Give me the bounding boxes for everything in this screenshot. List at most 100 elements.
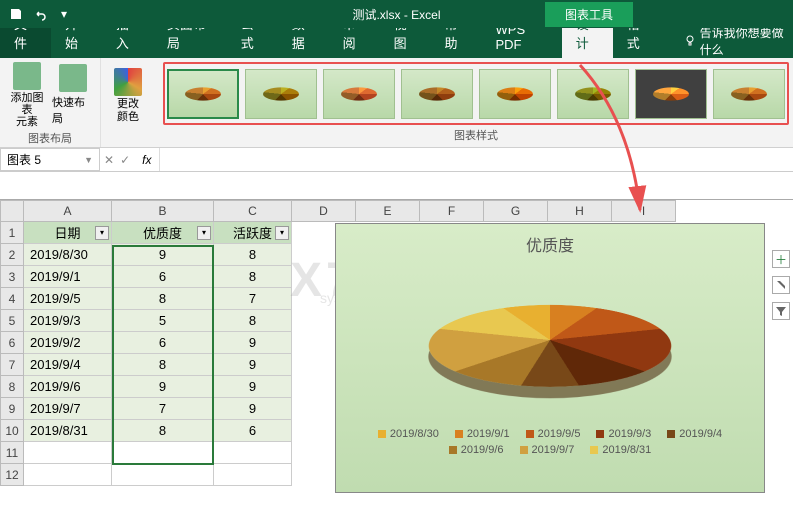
cell-date[interactable]: 2019/8/31 <box>24 420 112 442</box>
legend-item[interactable]: 2019/8/30 <box>378 428 439 440</box>
cell[interactable] <box>214 442 292 464</box>
chart-filters-button[interactable] <box>772 302 790 320</box>
cell-date[interactable]: 2019/9/5 <box>24 288 112 310</box>
cell-quality[interactable]: 7 <box>112 398 214 420</box>
col-header-h[interactable]: H <box>548 200 612 222</box>
cell[interactable] <box>24 442 112 464</box>
cell[interactable] <box>112 464 214 486</box>
chart-style-1[interactable] <box>167 69 239 119</box>
cell-quality[interactable]: 6 <box>112 266 214 288</box>
cell[interactable] <box>214 464 292 486</box>
formula-input[interactable] <box>159 148 793 171</box>
cell[interactable] <box>112 442 214 464</box>
cell-quality[interactable]: 8 <box>112 354 214 376</box>
chart-style-4[interactable] <box>401 69 473 119</box>
add-chart-element-button[interactable]: 添加图表 元素 <box>6 62 48 128</box>
cell-date[interactable]: 2019/9/4 <box>24 354 112 376</box>
cell-quality[interactable]: 9 <box>112 376 214 398</box>
legend-swatch <box>455 430 463 438</box>
cell-activity[interactable]: 9 <box>214 376 292 398</box>
col-header-c[interactable]: C <box>214 200 292 222</box>
cancel-icon[interactable]: ✕ <box>104 153 114 167</box>
header-quality[interactable]: 优质度▾ <box>112 222 214 244</box>
chart-styles-button[interactable] <box>772 276 790 294</box>
cell-date[interactable]: 2019/8/30 <box>24 244 112 266</box>
filter-icon[interactable]: ▾ <box>95 226 109 240</box>
row-header-5[interactable]: 5 <box>0 310 24 332</box>
col-header-a[interactable]: A <box>24 200 112 222</box>
chart-object[interactable]: 优质度 2019/8/302019/9/12019/9/52019/9/3201… <box>335 223 765 493</box>
col-header-g[interactable]: G <box>484 200 548 222</box>
cell-activity[interactable]: 9 <box>214 354 292 376</box>
chart-legend[interactable]: 2019/8/30 2019/9/1 2019/9/5 2019/9/3 2019/9/… <box>336 410 764 456</box>
cell-quality[interactable]: 8 <box>112 420 214 442</box>
col-header-b[interactable]: B <box>112 200 214 222</box>
select-all-corner[interactable] <box>0 200 24 222</box>
chart-style-7[interactable] <box>635 69 707 119</box>
chart-style-6[interactable] <box>557 69 629 119</box>
enter-icon[interactable]: ✓ <box>120 153 130 167</box>
cell-date[interactable]: 2019/9/6 <box>24 376 112 398</box>
row-header-4[interactable]: 4 <box>0 288 24 310</box>
col-header-i[interactable]: I <box>612 200 676 222</box>
cell-date[interactable]: 2019/9/7 <box>24 398 112 420</box>
cell-quality[interactable]: 5 <box>112 310 214 332</box>
tell-me-search[interactable]: 告诉我你想要做什么 <box>684 24 793 58</box>
filter-icon[interactable]: ▾ <box>275 226 289 240</box>
row-header-3[interactable]: 3 <box>0 266 24 288</box>
legend-item[interactable]: 2019/9/6 <box>449 444 504 456</box>
save-icon[interactable] <box>8 6 24 22</box>
legend-item[interactable]: 2019/9/7 <box>520 444 575 456</box>
cell-activity[interactable]: 8 <box>214 244 292 266</box>
col-header-f[interactable]: F <box>420 200 484 222</box>
cell-activity[interactable]: 8 <box>214 266 292 288</box>
legend-item[interactable]: 2019/9/4 <box>667 428 722 440</box>
row-header-12[interactable]: 12 <box>0 464 24 486</box>
cell-date[interactable]: 2019/9/1 <box>24 266 112 288</box>
cell-activity[interactable]: 9 <box>214 398 292 420</box>
cell-quality[interactable]: 8 <box>112 288 214 310</box>
row-header-6[interactable]: 6 <box>0 332 24 354</box>
cell-quality[interactable]: 9 <box>112 244 214 266</box>
filter-icon[interactable]: ▾ <box>197 226 211 240</box>
legend-item[interactable]: 2019/9/3 <box>596 428 651 440</box>
change-colors-button[interactable]: 更改 颜色 <box>107 68 149 122</box>
chart-elements-button[interactable]: ＋ <box>772 250 790 268</box>
fx-label[interactable]: fx <box>134 153 159 167</box>
qat-dropdown-icon[interactable]: ▾ <box>56 6 72 22</box>
row-header-8[interactable]: 8 <box>0 376 24 398</box>
styles-row-highlight <box>163 62 789 125</box>
col-header-e[interactable]: E <box>356 200 420 222</box>
legend-item[interactable]: 2019/9/5 <box>526 428 581 440</box>
chart-style-2[interactable] <box>245 69 317 119</box>
cell-activity[interactable]: 9 <box>214 332 292 354</box>
chart-style-3[interactable] <box>323 69 395 119</box>
quick-layout-button[interactable]: 快速布局 <box>52 64 94 126</box>
col-header-d[interactable]: D <box>292 200 356 222</box>
row-header-9[interactable]: 9 <box>0 398 24 420</box>
chart-style-8[interactable] <box>713 69 785 119</box>
row-header-7[interactable]: 7 <box>0 354 24 376</box>
header-date[interactable]: 日期▾ <box>24 222 112 244</box>
cell-date[interactable]: 2019/9/2 <box>24 332 112 354</box>
cell-activity[interactable]: 6 <box>214 420 292 442</box>
name-box[interactable]: 图表 5 ▼ <box>0 148 100 171</box>
chart-title[interactable]: 优质度 <box>336 224 764 260</box>
legend-swatch <box>596 430 604 438</box>
row-header-11[interactable]: 11 <box>0 442 24 464</box>
cell-activity[interactable]: 7 <box>214 288 292 310</box>
legend-item[interactable]: 2019/9/1 <box>455 428 510 440</box>
dropdown-icon[interactable]: ▼ <box>84 155 93 165</box>
row-header-1[interactable]: 1 <box>0 222 24 244</box>
row-header-10[interactable]: 10 <box>0 420 24 442</box>
chart-style-5[interactable] <box>479 69 551 119</box>
cell-activity[interactable]: 8 <box>214 310 292 332</box>
legend-item[interactable]: 2019/8/31 <box>590 444 651 456</box>
row-header-2[interactable]: 2 <box>0 244 24 266</box>
undo-icon[interactable] <box>32 6 48 22</box>
header-activity[interactable]: 活跃度▾ <box>214 222 292 244</box>
cell-date[interactable]: 2019/9/3 <box>24 310 112 332</box>
cell-quality[interactable]: 6 <box>112 332 214 354</box>
pie-chart[interactable] <box>420 260 680 410</box>
cell[interactable] <box>24 464 112 486</box>
